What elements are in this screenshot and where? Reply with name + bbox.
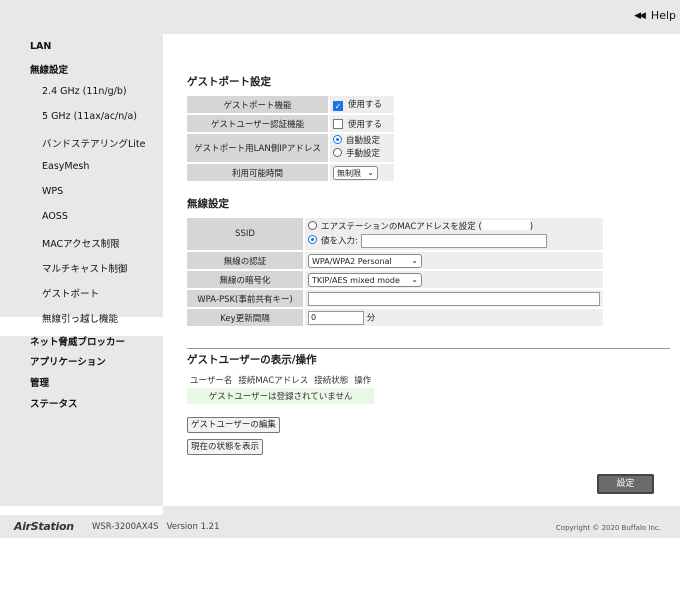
column-header-username: ユーザー名: [190, 376, 233, 386]
wpa-psk-label: WPA-PSK(事前共有キー): [186, 289, 304, 308]
wireless-auth-label: 無線の認証: [186, 251, 304, 270]
guest-auth-label: ゲストユーザー認証機能: [186, 114, 329, 133]
column-header-action: 操作: [354, 376, 372, 386]
router-admin-page: ◀◀ Help LAN 無線設定 2.4 GHz (11n/g/b) 5 GHz…: [0, 0, 680, 602]
ssid-mac-radio[interactable]: [308, 220, 317, 230]
empty-message: ゲストユーザーは登録されていません: [187, 388, 375, 404]
mac-address-mask: [481, 219, 530, 230]
guest-lan-ip-label: ゲストポート用LAN側IPアドレス: [186, 133, 329, 163]
airstation-logo: AirStation: [14, 520, 74, 533]
lan-ip-auto-radio[interactable]: [333, 135, 342, 144]
available-time-select[interactable]: 無制限 ⌄: [333, 165, 378, 180]
wireless-encryption-label: 無線の暗号化: [186, 270, 304, 289]
sidebar-item-status[interactable]: ステータス: [30, 396, 78, 410]
wpa-psk-input[interactable]: [308, 291, 600, 306]
available-time-value: 無制限: [337, 168, 361, 178]
sidebar-item-management[interactable]: 管理: [30, 375, 49, 389]
edit-guest-users-button[interactable]: ゲストユーザーの編集: [187, 417, 280, 433]
guest-auth-checkbox[interactable]: [333, 118, 343, 129]
ssid-mac-option-label: エアステーションのMACアドレスを設定 (: [321, 221, 482, 232]
wireless-settings-table: SSID エアステーションのMACアドレスを設定 () 値を入力: 無線の認証 …: [186, 217, 604, 327]
top-bar: ◀◀ Help: [0, 0, 680, 34]
available-time-label: 利用可能時間: [186, 163, 329, 182]
key-interval-input[interactable]: 0: [308, 310, 364, 325]
chevron-down-icon: ⌄: [411, 274, 418, 284]
column-header-mac: 接続MACアドレス: [238, 376, 309, 386]
column-header-status: 接続状態: [314, 376, 349, 386]
sidebar-item-band-steering[interactable]: バンドステアリングLite: [42, 136, 145, 150]
table-row: ゲストユーザーは登録されていません: [187, 388, 375, 404]
chevron-down-icon: ⌄: [367, 167, 374, 177]
help-link[interactable]: ◀◀ Help: [634, 9, 676, 22]
wireless-section-title: 無線設定: [187, 198, 229, 210]
section-divider: [187, 348, 670, 349]
guest-port-settings-table: ゲストポート機能 ✓ 使用する ゲストユーザー認証機能 使用する ゲストポート用L…: [186, 95, 395, 182]
guest-port-function-label: ゲストポート機能: [186, 95, 329, 114]
sidebar-item-5ghz[interactable]: 5 GHz (11ax/ac/n/a): [42, 111, 137, 122]
sidebar-item-lan[interactable]: LAN: [30, 41, 51, 52]
ssid-label: SSID: [186, 217, 304, 251]
copyright: Copyright © 2020 Buffalo Inc.: [555, 524, 661, 532]
sidebar-item-applications[interactable]: アプリケーション: [30, 354, 106, 368]
guest-users-section-title: ゲストユーザーの表示/操作: [187, 354, 317, 366]
guest-port-function-checkbox-label: 使用する: [348, 100, 383, 110]
apply-settings-button[interactable]: 設定: [597, 474, 654, 494]
help-label: Help: [650, 9, 676, 22]
sidebar-item-guest-port[interactable]: ゲストポート: [42, 286, 99, 300]
show-status-button[interactable]: 現在の状態を表示: [187, 439, 264, 455]
sidebar-item-wireless[interactable]: 無線設定: [30, 62, 68, 76]
lan-ip-manual-label: 手動設定: [346, 149, 381, 159]
wireless-encryption-value: TKIP/AES mixed mode: [312, 275, 400, 285]
ssid-input-option-label: 値を入力:: [321, 236, 358, 247]
ssid-input[interactable]: [360, 233, 547, 248]
sidebar-item-2ghz[interactable]: 2.4 GHz (11n/g/b): [42, 86, 127, 97]
table-header-row: ユーザー名 接続MACアドレス 接続状態 操作: [187, 372, 374, 388]
lan-ip-auto-label: 自動設定: [346, 136, 381, 146]
guest-users-table: ユーザー名 接続MACアドレス 接続状態 操作 ゲストユーザーは登録されていませ…: [187, 372, 375, 404]
double-left-arrow-icon: ◀◀: [634, 10, 646, 21]
footer: AirStation WSR-3200AX4S Version 1.21 Cop…: [0, 515, 680, 538]
wireless-encryption-select[interactable]: TKIP/AES mixed mode ⌄: [308, 272, 422, 287]
sidebar-item-threat-blocker[interactable]: ネット脅威ブロッカー: [30, 334, 125, 348]
ssid-input-radio[interactable]: [308, 235, 317, 245]
content-bottom-gap: [163, 506, 680, 515]
ssid-mac-option-suffix: ): [529, 221, 534, 232]
guest-auth-checkbox-label: 使用する: [348, 119, 383, 130]
chevron-down-icon: ⌄: [411, 255, 418, 265]
model-version: WSR-3200AX4S Version 1.21: [92, 522, 220, 532]
sidebar-item-multicast[interactable]: マルチキャスト制御: [42, 261, 128, 275]
sidebar-item-aoss[interactable]: AOSS: [42, 211, 68, 222]
guest-port-function-checkbox[interactable]: ✓: [333, 101, 343, 111]
key-interval-unit: 分: [366, 313, 376, 323]
sidebar-item-mac-filter[interactable]: MACアクセス制限: [42, 236, 120, 250]
wireless-auth-value: WPA/WPA2 Personal: [312, 256, 392, 266]
sidebar-item-easymesh[interactable]: EasyMesh: [42, 161, 89, 172]
sidebar-item-wps[interactable]: WPS: [42, 186, 63, 197]
sidebar-item-wireless-migration[interactable]: 無線引っ越し機能: [42, 311, 118, 325]
lan-ip-manual-radio[interactable]: [333, 148, 342, 157]
key-interval-label: Key更新間隔: [186, 308, 304, 327]
wireless-auth-select[interactable]: WPA/WPA2 Personal ⌄: [308, 253, 422, 268]
guest-port-section-title: ゲストポート設定: [187, 76, 271, 88]
